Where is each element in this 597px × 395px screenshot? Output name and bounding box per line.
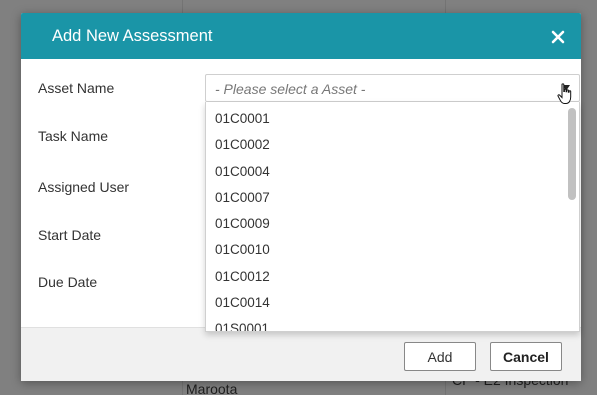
dropdown-option[interactable]: 01C0012 [206, 264, 579, 290]
add-button[interactable]: Add [404, 342, 476, 371]
asset-dropdown-list[interactable]: 01C0001 01C0002 01C0004 01C0007 01C0009 01C00… [205, 102, 580, 332]
asset-select-placeholder: - Please select a Asset - [215, 81, 366, 97]
close-icon[interactable] [547, 24, 569, 48]
modal-title: Add New Assessment [52, 26, 213, 45]
dropdown-option[interactable]: 01C0001 [206, 106, 579, 132]
modal-header: Add New Assessment [21, 13, 581, 59]
dropdown-option[interactable]: 01S0001 [206, 316, 579, 331]
due-date-label: Due Date [38, 274, 98, 290]
hand-cursor-icon [557, 83, 573, 110]
add-assessment-modal: Add New Assessment Asset Name Task Name … [21, 13, 581, 381]
task-name-label: Task Name [38, 128, 109, 144]
dropdown-option[interactable]: 01C0014 [206, 290, 579, 316]
dropdown-scrollbar[interactable] [568, 108, 576, 200]
dropdown-option[interactable]: 01C0009 [206, 211, 579, 237]
cancel-button[interactable]: Cancel [490, 342, 562, 371]
dropdown-option[interactable]: 01C0007 [206, 185, 579, 211]
asset-name-label: Asset Name [38, 80, 115, 96]
assigned-user-label: Assigned User [38, 179, 130, 195]
dropdown-option[interactable]: 01C0004 [206, 159, 579, 185]
dropdown-option[interactable]: 01C0002 [206, 132, 579, 158]
dropdown-option[interactable]: 01C0010 [206, 237, 579, 263]
start-date-label: Start Date [38, 227, 102, 243]
asset-select[interactable]: - Please select a Asset - [205, 74, 580, 102]
background-text: Maroota [186, 381, 238, 395]
modal-footer: Add Cancel [21, 327, 581, 381]
